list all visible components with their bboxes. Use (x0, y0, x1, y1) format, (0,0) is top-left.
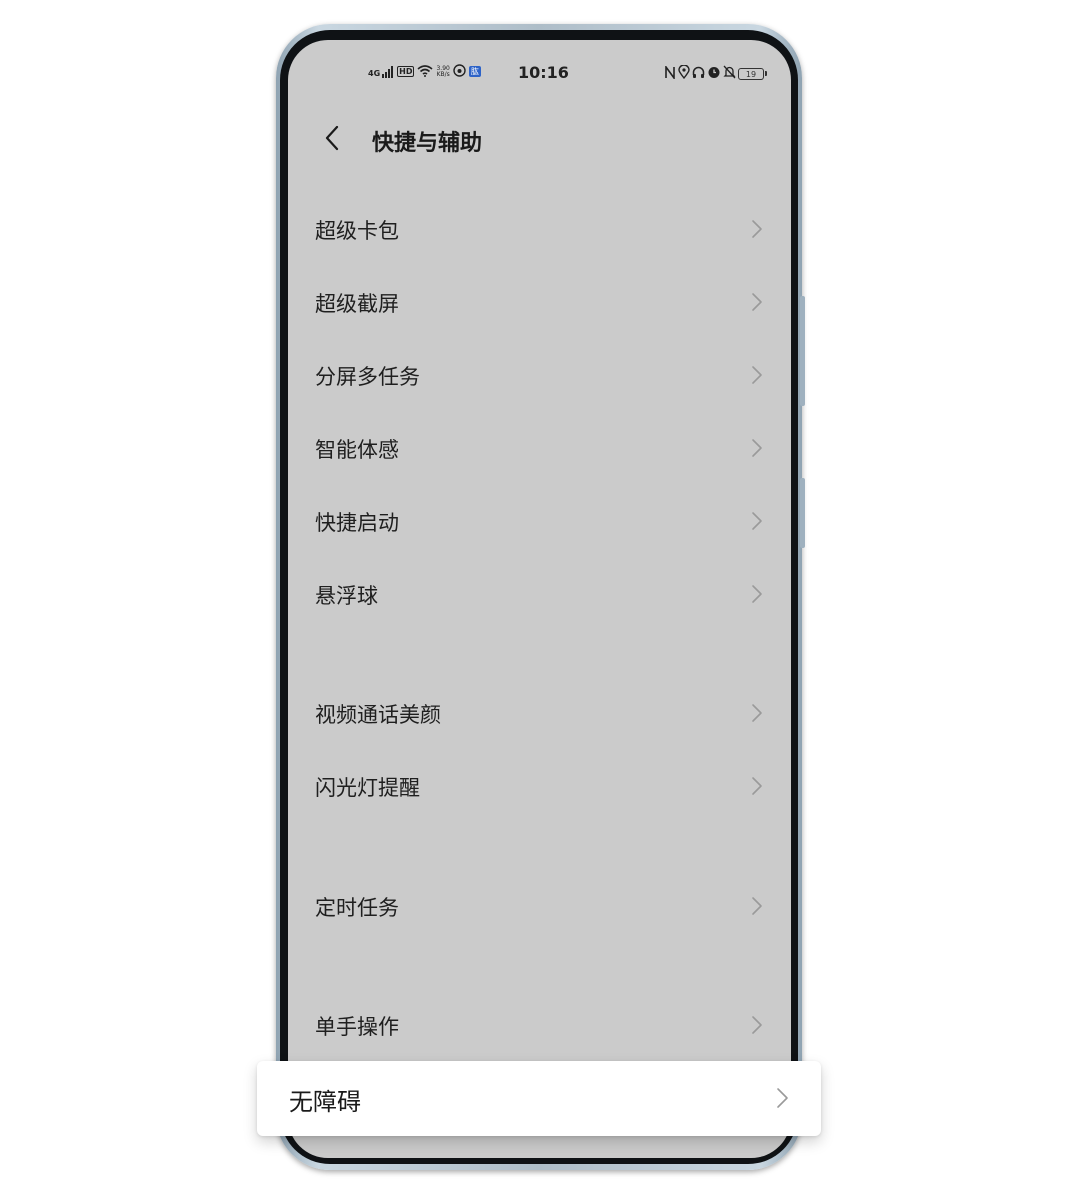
hd-badge: HD (397, 66, 415, 77)
chevron-right-icon (752, 704, 762, 722)
headphones-icon (692, 64, 705, 83)
menu-item-label: 单手操作 (315, 1015, 399, 1039)
status-time: 10:16 (518, 63, 569, 82)
menu-item-one-hand-mode[interactable]: 单手操作 (288, 995, 791, 1055)
menu-item-label: 快捷启动 (315, 511, 399, 535)
menu-item-quick-launch[interactable]: 快捷启动 (288, 491, 791, 551)
menu-item-scheduled-tasks[interactable]: 定时任务 (288, 876, 791, 936)
battery-icon: 19 (738, 67, 764, 80)
power-button (800, 478, 805, 548)
menu-item-label: 智能体感 (315, 438, 399, 462)
chevron-right-icon (777, 1088, 788, 1108)
menu-item-label: 闪光灯提醒 (315, 776, 420, 800)
page-header: 快捷与辅助 (288, 118, 791, 158)
menu-item-label: 悬浮球 (315, 584, 378, 608)
network-speed-unit: KB/s (436, 70, 450, 78)
menu-item-label: 超级卡包 (315, 219, 399, 243)
menu-item-smart-motion[interactable]: 智能体感 (288, 418, 791, 478)
app-badge-icon: 肱 (468, 66, 481, 77)
chevron-right-icon (752, 512, 762, 530)
back-button[interactable] (314, 118, 350, 158)
battery-tip (765, 71, 767, 76)
app-notification-icon (453, 62, 466, 81)
menu-item-super-card[interactable]: 超级卡包 (288, 199, 791, 259)
chevron-right-icon (752, 1016, 762, 1034)
menu-item-label: 分屏多任务 (315, 365, 420, 389)
network-type-label: 4G (368, 68, 381, 78)
chevron-right-icon (752, 897, 762, 915)
menu-item-super-screenshot[interactable]: 超级截屏 (288, 272, 791, 332)
mute-bell-icon (723, 64, 736, 83)
menu-item-split-screen[interactable]: 分屏多任务 (288, 345, 791, 405)
menu-item-floating-ball[interactable]: 悬浮球 (288, 564, 791, 624)
nfc-icon (664, 64, 676, 83)
chevron-right-icon (752, 585, 762, 603)
status-left-icons: 4G HD 3.90 KB/s 肱 (368, 62, 481, 81)
chevron-right-icon (752, 366, 762, 384)
status-bar: 4G HD 3.90 KB/s 肱 10:16 19 (288, 62, 791, 86)
menu-item-flash-reminder[interactable]: 闪光灯提醒 (288, 756, 791, 816)
menu-item-label: 超级截屏 (315, 292, 399, 316)
chevron-right-icon (752, 439, 762, 457)
chevron-right-icon (752, 777, 762, 795)
chevron-right-icon (752, 293, 762, 311)
network-speed: 3.90 KB/s (436, 65, 450, 78)
menu-item-label: 无障碍 (289, 1088, 361, 1116)
menu-item-label: 定时任务 (315, 896, 399, 920)
menu-item-label: 视频通话美颜 (315, 703, 441, 727)
alarm-icon (707, 64, 721, 83)
status-right-icons: 19 (664, 64, 767, 83)
menu-item-accessibility[interactable]: 无障碍 (257, 1061, 821, 1136)
volume-button (800, 296, 805, 406)
phone-screen: 4G HD 3.90 KB/s 肱 10:16 19 快捷与辅助 超级卡包 超级… (288, 40, 791, 1158)
location-icon (678, 64, 690, 83)
wifi-icon (417, 62, 434, 81)
chevron-left-icon (325, 125, 339, 151)
chevron-right-icon (752, 220, 762, 238)
menu-item-video-call-beauty[interactable]: 视频通话美颜 (288, 683, 791, 743)
page-title: 快捷与辅助 (372, 131, 483, 156)
cellular-signal-icon: 4G (368, 65, 394, 78)
